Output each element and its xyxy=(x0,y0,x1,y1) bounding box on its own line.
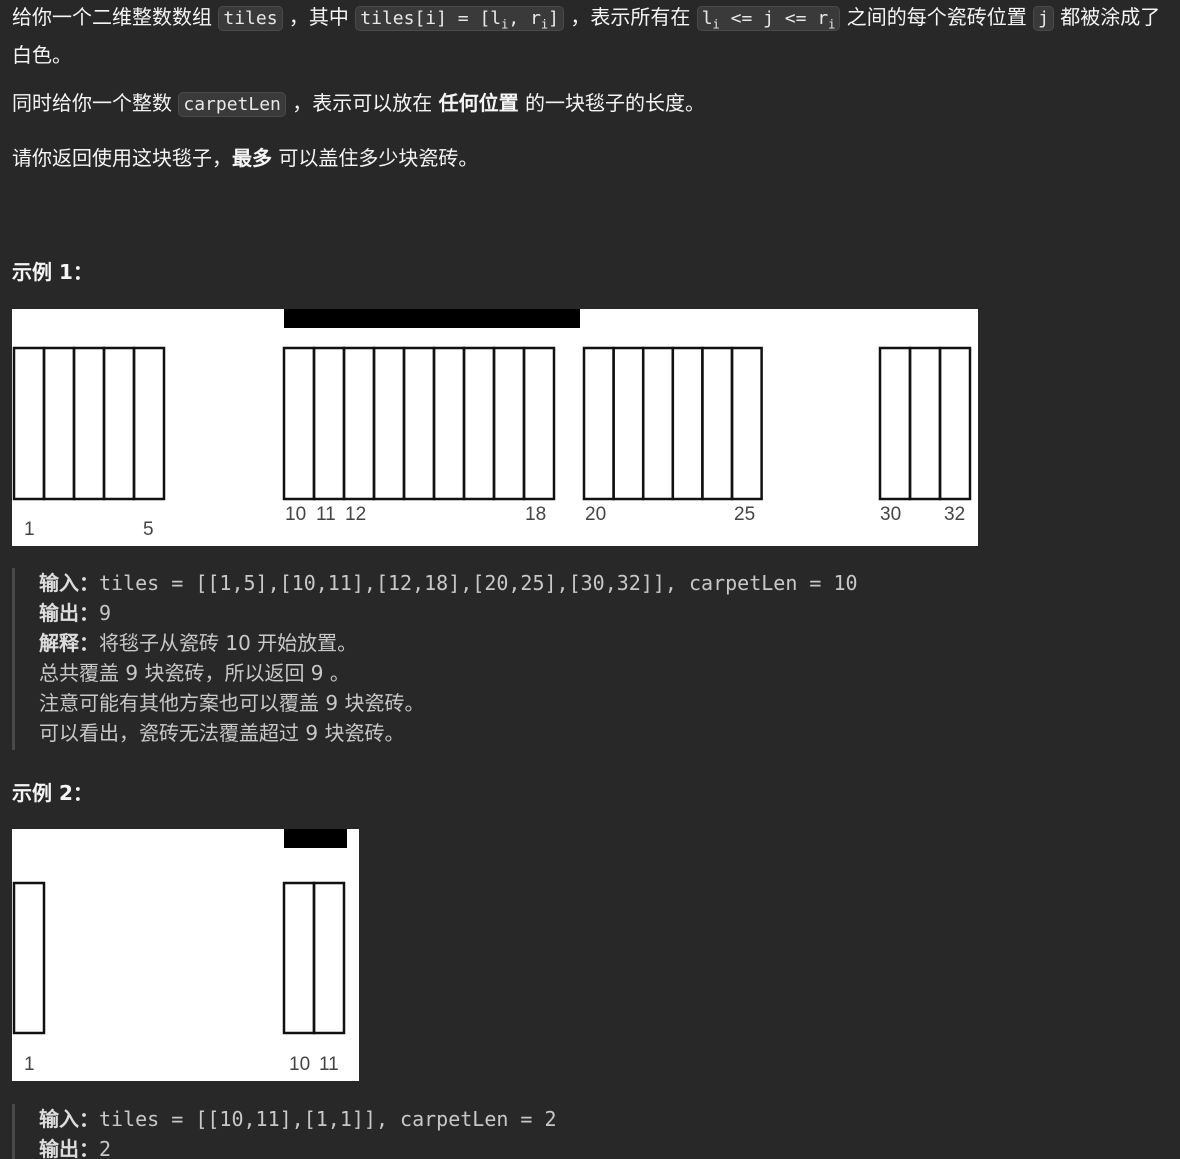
tile xyxy=(522,346,556,501)
tile xyxy=(432,346,466,501)
tile-label: 11 xyxy=(319,1054,339,1075)
tile xyxy=(492,346,526,501)
tile xyxy=(12,346,46,501)
tile xyxy=(582,346,615,501)
tile-label: 5 xyxy=(143,519,154,540)
tile-label: 10 xyxy=(285,504,306,525)
tile xyxy=(462,346,496,501)
tile-label: 25 xyxy=(734,504,755,525)
tile-label: 1 xyxy=(24,519,35,540)
tile xyxy=(102,346,136,501)
inline-code-range: li <= j <= ri xyxy=(696,6,841,32)
tile-label: 18 xyxy=(525,504,546,525)
carpet-bar xyxy=(284,309,580,328)
tile xyxy=(372,346,406,501)
tile-label: 12 xyxy=(345,504,366,525)
tile-label: 1 xyxy=(24,1054,35,1075)
tile xyxy=(671,346,704,501)
example-1-tiles-diagram: 1 5 10 11 12 18 20 25 30 32 xyxy=(12,309,972,540)
tile xyxy=(42,346,76,501)
tile xyxy=(908,346,942,501)
example-2-figure: 1 10 11 xyxy=(12,829,359,1081)
tile xyxy=(132,346,166,501)
carpet-bar xyxy=(284,829,347,848)
inline-code-tiles: tiles xyxy=(218,6,283,31)
tile xyxy=(72,346,106,501)
tile-label: 30 xyxy=(880,504,901,525)
example-1-block: 输入：tiles = [[1,5],[10,11],[12,18],[20,25… xyxy=(12,568,858,750)
tile xyxy=(312,346,346,501)
inline-code-carpetlen: carpetLen xyxy=(178,92,286,117)
tile xyxy=(12,881,46,1035)
description-paragraph-3: 请你返回使用这块毯子，最多 可以盖住多少块瓷砖。 xyxy=(12,146,479,170)
tile xyxy=(282,346,316,501)
example-1-explanation: 解释：将毯子从瓷砖 10 开始放置。 xyxy=(39,631,358,655)
example-1-explanation-line: 可以看出，瓷砖无法覆盖超过 9 块瓷砖。 xyxy=(39,721,405,745)
inline-code-tiles-i: tiles[i] = [li, ri] xyxy=(355,6,564,32)
tile-label: 11 xyxy=(316,504,336,525)
tile xyxy=(641,346,675,501)
example-2-tiles-diagram: 1 10 11 xyxy=(12,829,347,1075)
description-paragraph-2: 同时给你一个整数 carpetLen ，表示可以放在 任何位置 的一块毯子的长度… xyxy=(12,91,705,117)
example-1-output: 输出：9 xyxy=(39,601,112,625)
tile xyxy=(402,346,436,501)
tile xyxy=(701,346,734,501)
example-2-output: 输出：2 xyxy=(39,1137,112,1159)
tile xyxy=(730,346,763,501)
tile xyxy=(312,881,346,1035)
tile-label: 10 xyxy=(289,1054,310,1075)
description-paragraph-1: 给你一个二维整数数组 tiles ，其中 tiles[i] = [li, ri]… xyxy=(12,5,1161,67)
example-1-figure: 1 5 10 11 12 18 20 25 30 32 xyxy=(12,309,978,546)
example-2-block: 输入：tiles = [[10,11],[1,1]], carpetLen = … xyxy=(12,1104,557,1159)
example-1-explanation-line: 注意可能有其他方案也可以覆盖 9 块瓷砖。 xyxy=(39,691,425,715)
example-2-heading: 示例 2： xyxy=(12,781,93,805)
tile xyxy=(342,346,376,501)
tile xyxy=(878,346,912,501)
tile-label: 32 xyxy=(944,504,965,525)
tile xyxy=(282,881,316,1035)
tile-label: 20 xyxy=(585,504,606,525)
tile xyxy=(938,346,972,501)
example-2-input: 输入：tiles = [[10,11],[1,1]], carpetLen = … xyxy=(39,1107,557,1131)
example-1-heading: 示例 1： xyxy=(12,260,93,284)
inline-code-j: j xyxy=(1033,6,1054,31)
example-1-input: 输入：tiles = [[1,5],[10,11],[12,18],[20,25… xyxy=(39,571,858,595)
tile xyxy=(612,346,645,501)
example-1-explanation-line: 总共覆盖 9 块瓷砖，所以返回 9 。 xyxy=(39,661,350,685)
